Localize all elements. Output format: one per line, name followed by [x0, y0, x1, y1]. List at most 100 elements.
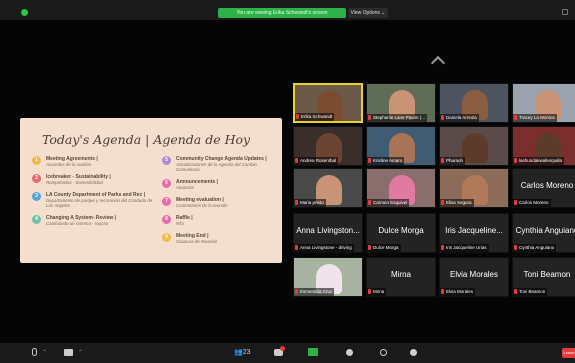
muted-mic-icon	[368, 289, 371, 294]
security-shield-icon[interactable]	[21, 9, 28, 16]
muted-mic-icon	[295, 158, 298, 163]
agenda-item: 4 Changing A System- Review | Cambiando un…	[30, 215, 158, 226]
participant-video-tile[interactable]: lashundakwalkerpalla	[512, 126, 575, 166]
agenda-item-subtitle: Acuerdos de la reunión	[46, 162, 92, 167]
participant-video-tile[interactable]: Erika Schwandt	[293, 83, 363, 123]
participant-name-tile[interactable]: Carlos Moreno Carlos Moreno	[512, 168, 575, 208]
participant-video-tile[interactable]: Daniela Arreola	[439, 83, 509, 123]
participant-name-label: Toni Beamon	[513, 288, 548, 296]
participant-video-tile[interactable]: Stephanie Lane Pavon (...	[366, 83, 436, 123]
participant-display-name: Cynthia Anguiano	[515, 226, 575, 235]
participant-name-tile[interactable]: Cynthia Anguiano Cynthia Anguiano	[512, 213, 575, 253]
agenda-item: 7 Meeting evaluation | Comentarios de la r…	[160, 197, 278, 208]
muted-mic-icon	[514, 158, 517, 163]
participant-name-tile[interactable]: Mirna Mirna	[366, 257, 436, 297]
agenda-number-badge: 7	[162, 197, 171, 206]
participant-display-name: Anna Livingston...	[296, 226, 360, 235]
participant-video-tile[interactable]: Elisa Segura	[439, 168, 509, 208]
chevron-up-icon[interactable]	[430, 55, 446, 71]
participant-name-tile[interactable]: Toni Beamon Toni Beamon	[512, 257, 575, 297]
view-options-button[interactable]: View Options ⌄	[348, 8, 388, 18]
muted-mic-icon	[295, 289, 298, 294]
muted-mic-icon	[441, 115, 444, 120]
reactions-icon[interactable]	[380, 349, 387, 356]
participant-name-tile[interactable]: Anna Livingston... Anna Livingstone - dri…	[293, 213, 363, 253]
agenda-item: 3 LA County Department of Parks and Rec |…	[30, 192, 158, 208]
participant-name-label: lashundakwalkerpalla	[513, 157, 565, 165]
muted-mic-icon	[295, 200, 298, 205]
participant-name: Pharaoh	[446, 158, 464, 163]
chat-notification-badge	[280, 346, 285, 351]
participant-display-name: Iris Jacqueline...	[445, 226, 503, 235]
participant-name: Toni Beamon	[519, 289, 546, 294]
zoom-top-bar: You are viewing Erika Schwandt's screen …	[0, 0, 575, 20]
participant-name-tile[interactable]: Dulce Morga Dulce Morga	[366, 213, 436, 253]
muted-mic-icon	[368, 245, 371, 250]
participant-name: lashundakwalkerpalla	[519, 158, 563, 163]
participant-name-label: Iris Jacqueline Urias	[440, 244, 489, 252]
agenda-item: 6 Announcements | Anuncios	[160, 179, 278, 190]
mute-microphone-icon[interactable]	[32, 348, 37, 356]
participant-name: Elvia Morales	[446, 289, 474, 294]
participant-video-tile[interactable]: Pharaoh	[439, 126, 509, 166]
participant-display-name: Elvia Morales	[449, 270, 498, 279]
participant-name: Tracey La Monica	[519, 115, 555, 120]
participant-name: Erika Schwandt	[301, 114, 333, 119]
participant-video-tile[interactable]: Esmeralda Cruz	[293, 257, 363, 297]
video-options-caret-icon[interactable]: ⌃	[78, 349, 83, 356]
muted-mic-icon	[514, 289, 517, 294]
agenda-item: 2 Icebreaker - Sustainability | Rompehielo…	[30, 174, 158, 185]
participant-name: Kristine Amaro	[373, 158, 403, 163]
audio-options-caret-icon[interactable]: ⌃	[42, 349, 47, 356]
participant-name-label: Erika Schwandt	[295, 113, 335, 121]
participant-name: Carmen Esquivel	[373, 200, 408, 205]
video-camera-icon[interactable]	[64, 349, 73, 356]
participant-video-tile[interactable]: Maria prieto	[293, 168, 363, 208]
participant-video-tile[interactable]: Andrea Rosenthal	[293, 126, 363, 166]
participant-name: Daniela Arreola	[446, 115, 477, 120]
participant-name-label: Andrea Rosenthal	[294, 157, 339, 165]
agenda-item-subtitle: Clausura de Reunión	[176, 239, 218, 244]
participant-name-label: Pharaoh	[440, 157, 466, 165]
participant-name: Elisa Segura	[446, 200, 472, 205]
muted-mic-icon	[296, 114, 299, 119]
agenda-number-badge: 9	[162, 233, 171, 242]
agenda-number-badge: 3	[32, 192, 41, 201]
participant-name-label: Elvia Morales	[440, 288, 476, 296]
agenda-item: 9 Meeting End | Clausura de Reunión	[160, 233, 278, 244]
share-screen-icon[interactable]	[308, 348, 318, 356]
screen-share-banner: You are viewing Erika Schwandt's screen	[218, 8, 346, 18]
agenda-item-subtitle: Rifa	[176, 221, 184, 226]
agenda-item: 1 Meeting Agreements | Acuerdos de la reun…	[30, 156, 158, 167]
participant-name: Carlos Moreno	[519, 200, 549, 205]
participant-avatar	[462, 133, 488, 163]
participant-display-name: Dulce Morga	[378, 226, 424, 235]
participant-video-tile[interactable]: Carmen Esquivel	[366, 168, 436, 208]
fullscreen-icon[interactable]	[562, 9, 568, 15]
agenda-number-badge: 2	[32, 174, 41, 183]
participant-name-label: Daniela Arreola	[440, 114, 479, 122]
participant-video-tile[interactable]: Tracey La Monica	[512, 83, 575, 123]
agenda-number-badge: 1	[32, 156, 41, 165]
participant-name: Iris Jacqueline Urias	[446, 245, 487, 250]
participant-name-label: Stephanie Lane Pavon (...	[367, 114, 428, 122]
muted-mic-icon	[514, 115, 517, 120]
participant-name-tile[interactable]: Iris Jacqueline... Iris Jacqueline Urias	[439, 213, 509, 253]
leave-button[interactable]: Leave	[562, 348, 575, 358]
participant-name: Andrea Rosenthal	[300, 158, 337, 163]
agenda-item: 8 Raffle | Rifa	[160, 215, 278, 226]
muted-mic-icon	[368, 200, 371, 205]
record-icon[interactable]	[346, 349, 353, 356]
participant-video-tile[interactable]: Kristine Amaro	[366, 126, 436, 166]
participant-name-label: Carmen Esquivel	[367, 199, 410, 207]
participant-name: Anna Livingstone - driving	[300, 245, 352, 250]
agenda-number-badge: 4	[32, 215, 41, 224]
agenda-item-subtitle: Anuncios	[176, 185, 195, 190]
participants-button[interactable]: 👥23	[234, 348, 251, 356]
shared-agenda-slide: Today's Agenda | Agenda de Hoy 1 Meeting …	[20, 118, 282, 263]
apps-icon[interactable]	[410, 349, 417, 356]
agenda-number-badge: 8	[162, 215, 171, 224]
muted-mic-icon	[368, 115, 371, 120]
participant-name: Maria prieto	[300, 200, 324, 205]
participant-name-tile[interactable]: Elvia Morales Elvia Morales	[439, 257, 509, 297]
